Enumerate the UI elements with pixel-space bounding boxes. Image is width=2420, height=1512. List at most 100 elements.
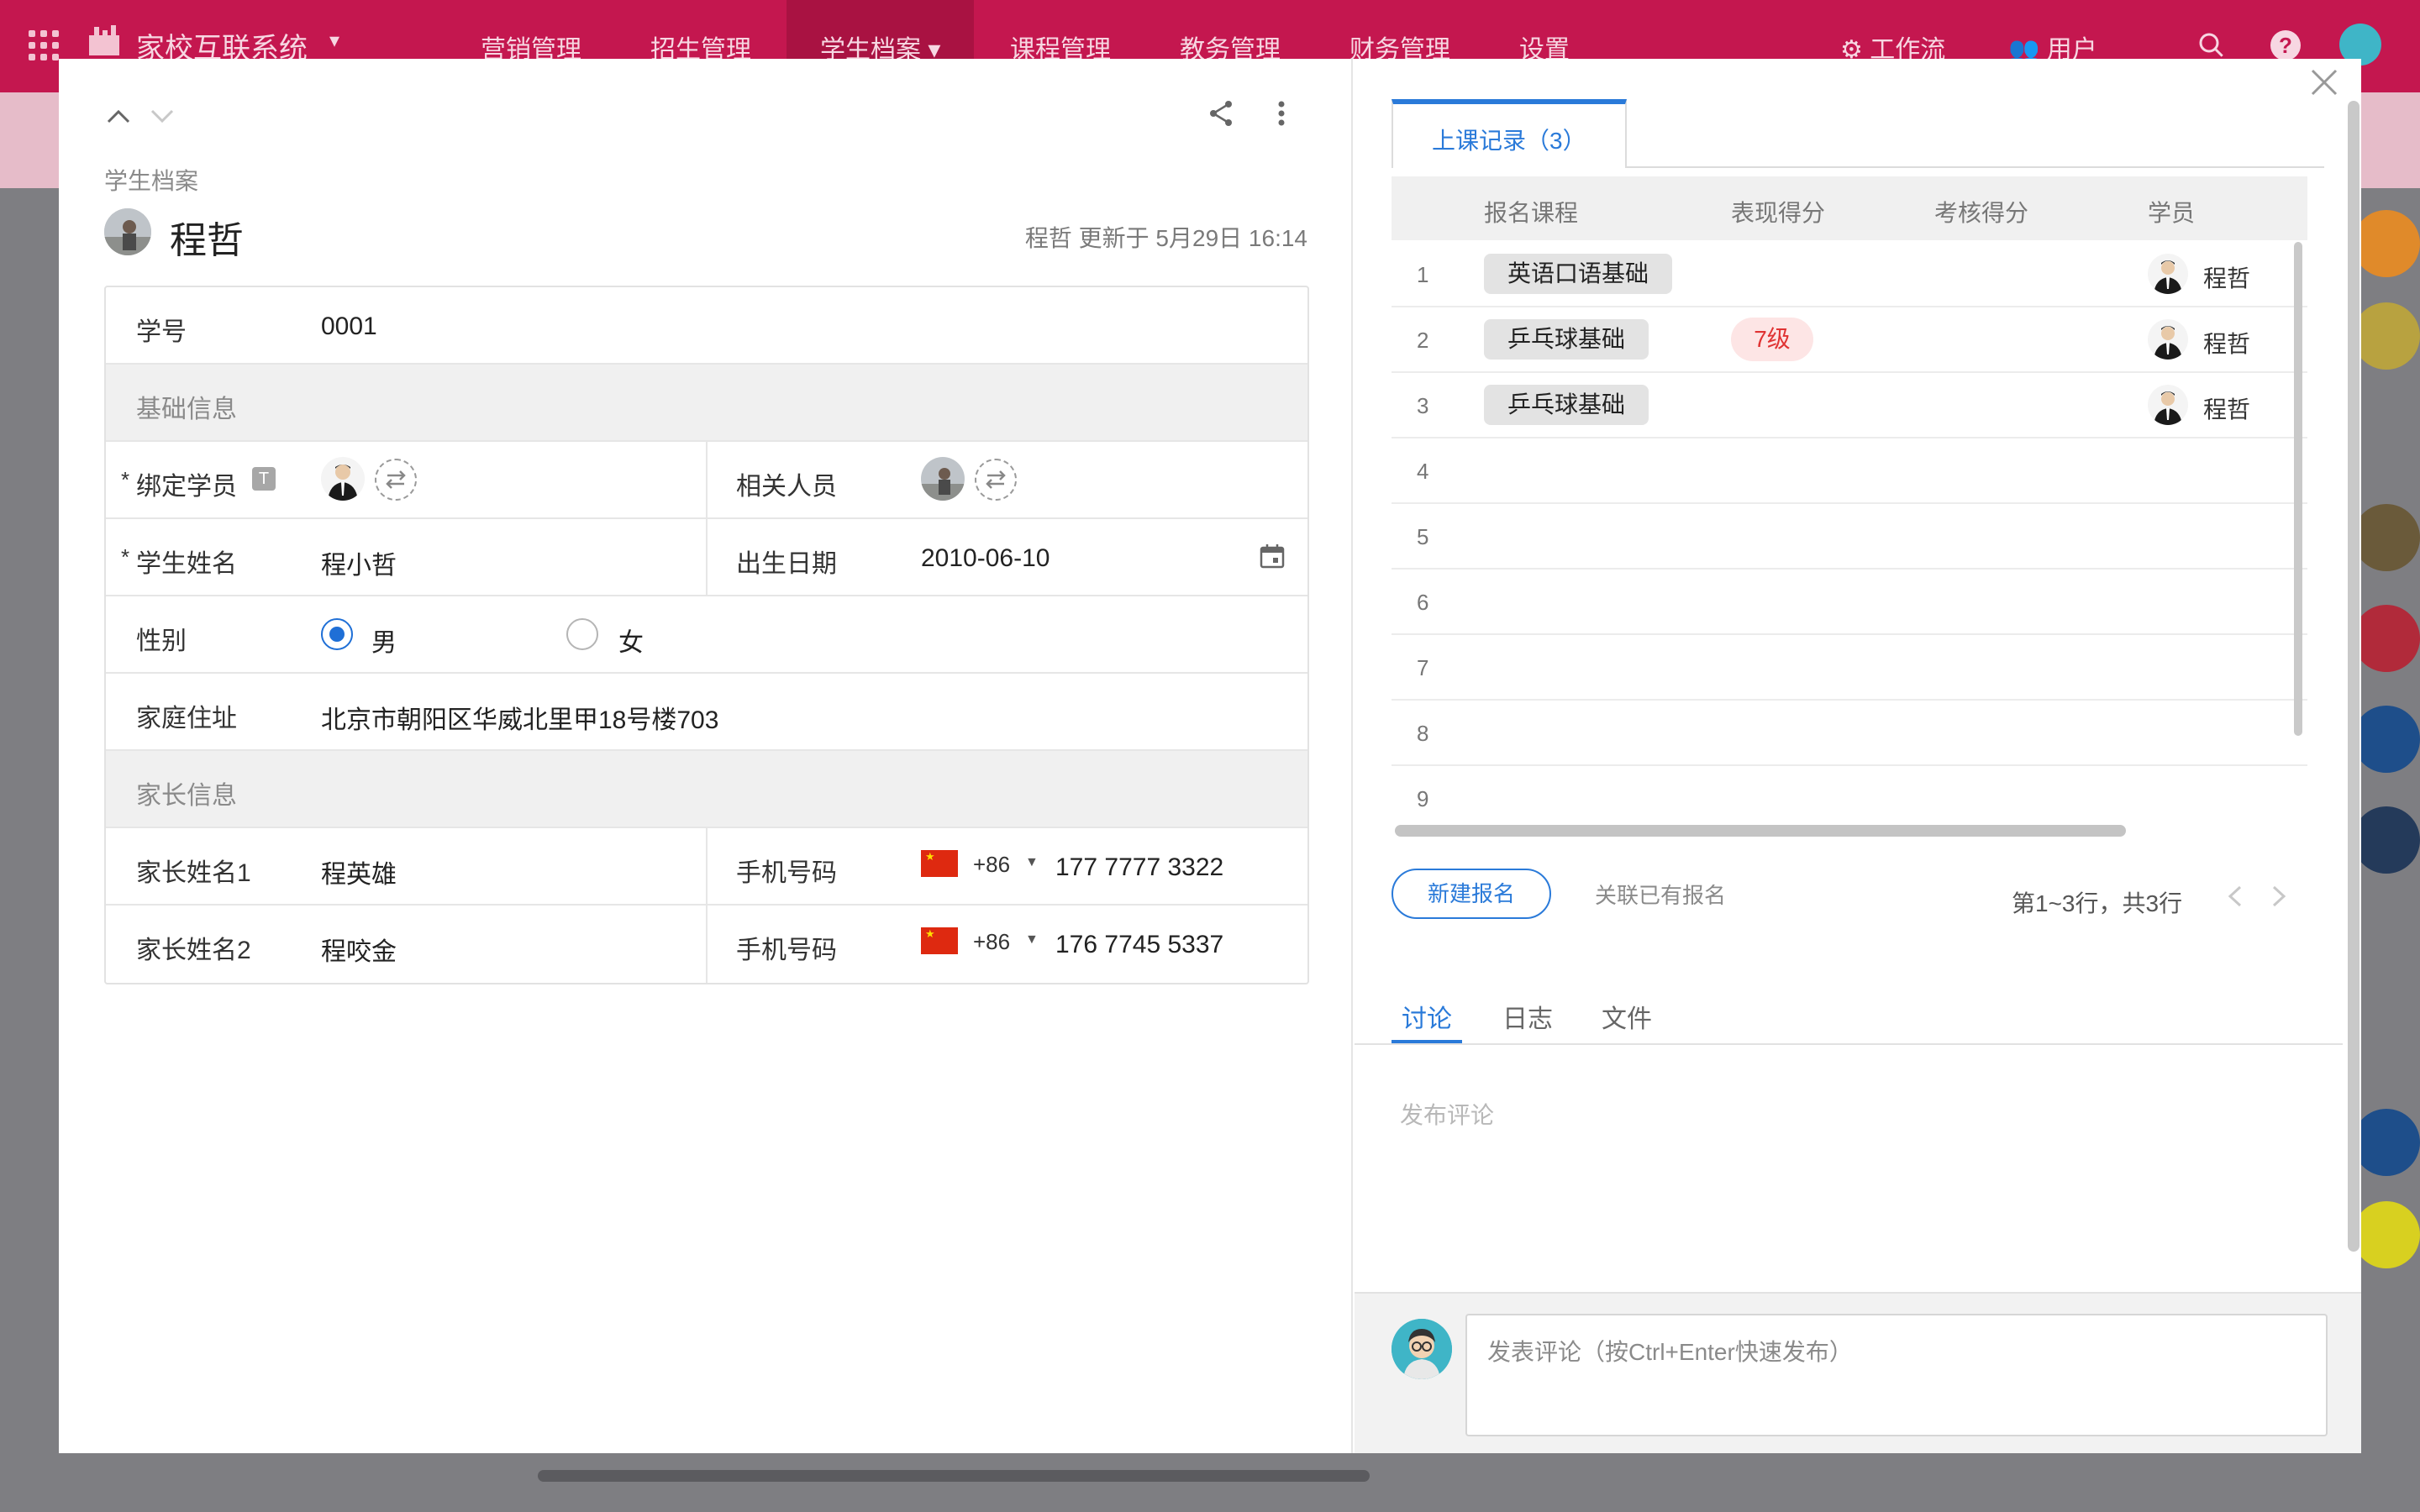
student-name[interactable]: 程哲 bbox=[2203, 391, 2250, 425]
record-avatar bbox=[104, 208, 151, 255]
table-row[interactable]: 9 bbox=[1392, 766, 2307, 832]
score-badge: 7级 bbox=[1731, 318, 1813, 361]
caret-down-icon[interactable]: ▼ bbox=[1025, 855, 1039, 870]
tab-discussion[interactable]: 讨论 bbox=[1402, 998, 1452, 1035]
field-label: 家长姓名2 bbox=[136, 937, 251, 964]
student-name[interactable]: 程哲 bbox=[2203, 260, 2250, 294]
chevron-left-icon[interactable] bbox=[2225, 882, 2245, 911]
course-tag[interactable]: 英语口语基础 bbox=[1484, 254, 1673, 294]
birth-date-field[interactable]: 2010-06-10 bbox=[921, 544, 1050, 573]
column-header[interactable]: 考核得分 bbox=[1934, 195, 2028, 228]
breadcrumb[interactable]: 学生档案 bbox=[104, 163, 198, 197]
chevron-up-icon[interactable] bbox=[106, 108, 131, 124]
student-name[interactable]: 程哲 bbox=[2203, 326, 2250, 360]
table-row[interactable]: 5 bbox=[1392, 504, 2307, 570]
parent2-name-field[interactable]: 程咬金 bbox=[321, 931, 397, 968]
post-comment-placeholder: 发布评论 bbox=[1400, 1102, 1495, 1128]
address-field[interactable]: 北京市朝阳区华威北里甲18号楼703 bbox=[321, 699, 718, 736]
row-number: 2 bbox=[1417, 328, 1429, 353]
table-row[interactable]: 2 乒乓球基础 7级 程哲 bbox=[1392, 307, 2307, 373]
column-header[interactable]: 学员 bbox=[2148, 195, 2195, 228]
gender-female-label[interactable]: 女 bbox=[618, 622, 644, 659]
row-number: 7 bbox=[1417, 655, 1429, 680]
background-scrollbar bbox=[538, 1470, 1370, 1482]
pagination-info: 第1~3行，共3行 bbox=[2012, 890, 2183, 916]
new-enrollment-button[interactable]: 新建报名 bbox=[1392, 869, 1551, 919]
course-tag[interactable]: 乒乓球基础 bbox=[1484, 319, 1649, 360]
comment-input[interactable]: 发表评论（按Ctrl+Enter快速发布） bbox=[1465, 1314, 2328, 1436]
active-tab-indicator bbox=[1392, 1040, 1462, 1043]
field-label: 学号 bbox=[136, 318, 187, 346]
row-number: 9 bbox=[1417, 786, 1429, 811]
swap-icon[interactable] bbox=[975, 459, 1017, 501]
field-label: 手机号码 bbox=[736, 937, 837, 964]
app-launcher-icon[interactable] bbox=[29, 30, 59, 60]
help-icon[interactable]: ? bbox=[2270, 30, 2301, 60]
parent1-name-field[interactable]: 程英雄 bbox=[321, 853, 397, 890]
course-tag[interactable]: 乒乓球基础 bbox=[1484, 385, 1649, 425]
country-code[interactable]: +86 bbox=[973, 929, 1010, 955]
row-number: 3 bbox=[1417, 393, 1429, 418]
caret-down-icon[interactable]: ▼ bbox=[1025, 932, 1039, 948]
related-records-pane: 上课记录（3） 报名课程 表现得分 考核得分 学员 1 英语口语基础 程哲 2 … bbox=[1355, 59, 2361, 1453]
calendar-icon[interactable] bbox=[1259, 543, 1286, 570]
table-row[interactable]: 1 英语口语基础 程哲 bbox=[1392, 242, 2307, 307]
field-label: 性别 bbox=[136, 627, 187, 655]
table-horizontal-scrollbar[interactable] bbox=[1395, 825, 2126, 837]
section-label: 家长信息 bbox=[136, 782, 237, 810]
row-number: 8 bbox=[1417, 721, 1429, 746]
china-flag-icon[interactable] bbox=[921, 927, 958, 954]
search-icon[interactable] bbox=[2196, 30, 2227, 60]
form-row-student-no: 学号 0001 bbox=[106, 287, 1307, 365]
gender-male-label[interactable]: 男 bbox=[371, 622, 397, 659]
table-row[interactable]: 4 bbox=[1392, 438, 2307, 504]
link-existing-enrollment[interactable]: 关联已有报名 bbox=[1595, 879, 1726, 910]
field-label: 绑定学员 bbox=[136, 473, 237, 501]
table-row[interactable]: 8 bbox=[1392, 701, 2307, 766]
form-row-address: 家庭住址 北京市朝阳区华威北里甲18号楼703 bbox=[106, 674, 1307, 751]
country-code[interactable]: +86 bbox=[973, 852, 1010, 878]
form-row-gender: 性别 男 女 bbox=[106, 596, 1307, 674]
student-form: 学号 0001 基础信息 * 绑定学员 T 相关人员 * 学生姓名 程小哲 出生… bbox=[104, 286, 1309, 984]
form-row-parent2: 家长姓名2 程咬金 手机号码 +86 ▼ 176 7745 5337 bbox=[106, 906, 1307, 983]
record-detail-pane: 学生档案 程哲 程哲 更新于 5月29日 16:14 学号 0001 基础信息 … bbox=[59, 59, 1353, 1453]
swap-icon[interactable] bbox=[375, 459, 417, 501]
gender-male-radio[interactable] bbox=[321, 618, 353, 650]
parent2-phone-field[interactable]: 176 7745 5337 bbox=[1055, 931, 1223, 959]
chevron-down-icon[interactable]: ▾ bbox=[329, 29, 339, 53]
chevron-down-icon[interactable] bbox=[150, 108, 175, 124]
page-title: 程哲 bbox=[170, 220, 244, 261]
gender-female-radio[interactable] bbox=[566, 618, 598, 650]
table-header: 报名课程 表现得分 考核得分 学员 bbox=[1392, 176, 2307, 240]
tab-files[interactable]: 文件 bbox=[1602, 998, 1652, 1035]
field-label: 家长姓名1 bbox=[136, 859, 251, 887]
row-number: 4 bbox=[1417, 459, 1429, 484]
field-label: 家庭住址 bbox=[136, 705, 237, 732]
form-row-parent1: 家长姓名1 程英雄 手机号码 +86 ▼ 177 7777 3322 bbox=[106, 828, 1307, 906]
column-header[interactable]: 表现得分 bbox=[1731, 195, 1825, 228]
section-parent-info: 家长信息 bbox=[106, 751, 1307, 828]
table-vertical-scrollbar[interactable] bbox=[2294, 242, 2302, 736]
column-header[interactable]: 报名课程 bbox=[1484, 195, 1578, 228]
student-avatar bbox=[2148, 319, 2188, 360]
related-person-avatar[interactable] bbox=[921, 457, 965, 501]
form-row-bind-student: * 绑定学员 T 相关人员 bbox=[106, 442, 1307, 519]
china-flag-icon[interactable] bbox=[921, 850, 958, 877]
row-number: 5 bbox=[1417, 524, 1429, 549]
table-row[interactable]: 7 bbox=[1392, 635, 2307, 701]
updated-info: 程哲 更新于 5月29日 16:14 bbox=[1024, 225, 1307, 251]
more-options-icon[interactable] bbox=[1276, 99, 1287, 128]
tab-class-records[interactable]: 上课记录（3） bbox=[1392, 99, 1627, 168]
bound-student-avatar[interactable] bbox=[321, 457, 365, 501]
pane-scrollbar[interactable] bbox=[2348, 101, 2360, 1252]
field-label: 手机号码 bbox=[736, 859, 837, 887]
share-icon[interactable] bbox=[1207, 99, 1235, 128]
student-name-field[interactable]: 程小哲 bbox=[321, 544, 397, 581]
comment-bar: 发表评论（按Ctrl+Enter快速发布） bbox=[1355, 1292, 2361, 1453]
tab-log[interactable]: 日志 bbox=[1502, 998, 1553, 1035]
table-row[interactable]: 3 乒乓球基础 程哲 bbox=[1392, 373, 2307, 438]
parent1-phone-field[interactable]: 177 7777 3322 bbox=[1055, 853, 1223, 882]
table-row[interactable]: 6 bbox=[1392, 570, 2307, 635]
chevron-right-icon[interactable] bbox=[2269, 882, 2289, 911]
student-no-field[interactable]: 0001 bbox=[321, 312, 377, 341]
